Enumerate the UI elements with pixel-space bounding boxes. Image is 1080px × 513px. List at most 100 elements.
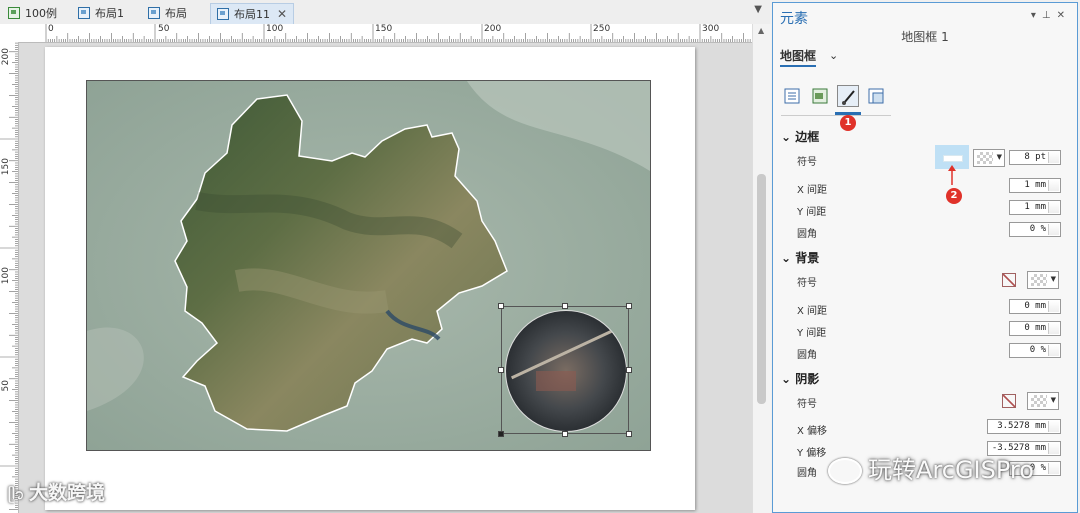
element-type-dropdown[interactable]: 地图框	[780, 47, 817, 67]
ruler-label: 250	[593, 24, 611, 34]
shadow-y-offset-label: Y 偏移	[797, 448, 827, 459]
watermark-left: ᥫ᭡ 大数跨境	[8, 482, 106, 504]
background-corner-field[interactable]: 0 %	[1009, 343, 1061, 358]
document-tab-bar: 100例 布局1 布局 布局11 ✕ ▼	[0, 0, 770, 25]
tab-placement[interactable]	[809, 85, 831, 107]
tab-label: 布局1	[95, 7, 124, 20]
selection-box	[501, 306, 629, 434]
layout-icon	[148, 7, 160, 19]
border-width-field[interactable]: 8 pt	[1009, 150, 1061, 165]
scroll-up-icon[interactable]: ▲	[758, 26, 764, 35]
chevron-down-icon: ▼	[1050, 396, 1056, 404]
layout-page[interactable]	[45, 47, 695, 510]
border-corner-field[interactable]: 0 %	[1009, 222, 1061, 237]
resize-handle[interactable]	[498, 367, 504, 373]
shadow-symbol-picker[interactable]: ▼	[1027, 392, 1059, 410]
ruler-label: 300	[702, 24, 720, 34]
tab-100-examples[interactable]: 100例	[2, 3, 63, 23]
shadow-symbol-label: 符号	[797, 399, 817, 410]
ruler-label: 50	[158, 24, 170, 34]
section-shadow[interactable]: ⌄ 阴影	[781, 370, 819, 387]
chevron-down-icon[interactable]: ▼	[754, 4, 762, 15]
border-corner-label: 圆角	[797, 229, 817, 240]
border-symbol-picker[interactable]: ▼	[973, 149, 1005, 167]
chevron-down-icon[interactable]: ▾	[1031, 10, 1042, 21]
element-pane: 元素 ▾⊥✕ 地图框 1 地图框 ⌄ 1 ⌄ 边框 符号 ▼ 8 pt 2 X …	[772, 2, 1078, 513]
options-icon	[784, 88, 800, 104]
resize-handle[interactable]	[626, 303, 632, 309]
annotation-arrow	[948, 165, 956, 185]
section-border[interactable]: ⌄ 边框	[781, 128, 819, 145]
vertical-scrollbar[interactable]: ▲	[752, 24, 771, 513]
logo-icon: ᥫ᭡	[8, 487, 30, 503]
overview-map-frame[interactable]	[498, 303, 632, 437]
tab-layout[interactable]: 布局	[142, 3, 193, 23]
chevron-down-icon[interactable]: ⌄	[829, 49, 838, 62]
tab-layout1[interactable]: 布局1	[72, 3, 130, 23]
ruler-label: 200	[484, 24, 502, 34]
chevron-down-icon: ⌄	[781, 130, 796, 144]
border-symbol-label: 符号	[797, 157, 817, 168]
shadow-x-offset-label: X 偏移	[797, 426, 828, 437]
tab-display[interactable]	[837, 85, 859, 107]
vertical-ruler: 200 150 100 50	[0, 42, 19, 513]
chevron-down-icon: ▼	[996, 153, 1002, 161]
tab-label: 布局	[165, 7, 187, 20]
no-symbol-icon[interactable]	[1002, 394, 1016, 408]
shadow-corner-label: 圆角	[797, 468, 817, 479]
wechat-icon	[828, 458, 862, 484]
ruler-corner	[0, 24, 19, 43]
map-icon	[8, 7, 20, 19]
background-x-gap-label: X 间距	[797, 306, 828, 317]
background-x-gap-field[interactable]: 0 mm	[1009, 299, 1061, 314]
background-y-gap-label: Y 间距	[797, 328, 827, 339]
pane-controls: ▾⊥✕	[1031, 10, 1071, 21]
pane-title: 元素	[780, 11, 808, 27]
close-icon[interactable]: ✕	[277, 7, 287, 21]
ruler-label: 50	[1, 380, 11, 392]
resize-handle[interactable]	[562, 303, 568, 309]
resize-handle[interactable]	[498, 303, 504, 309]
annotation-badge-2: 2	[946, 188, 962, 204]
tab-layout11[interactable]: 布局11 ✕	[210, 3, 295, 24]
tab-options[interactable]	[781, 85, 803, 107]
border-y-gap-label: Y 间距	[797, 207, 827, 218]
ruler-label: 150	[1, 158, 11, 176]
border-x-gap-label: X 间距	[797, 185, 828, 196]
tab-label: 100例	[25, 7, 57, 20]
chevron-down-icon: ⌄	[781, 251, 796, 265]
horizontal-ruler: 0 50 100 150 200 250 300	[18, 24, 752, 43]
border-x-gap-field[interactable]: 1 mm	[1009, 178, 1061, 193]
ruler-label: 100	[266, 24, 284, 34]
scrollbar-thumb[interactable]	[757, 174, 766, 404]
ruler-label: 100	[1, 267, 11, 285]
resize-handle[interactable]	[626, 367, 632, 373]
chevron-down-icon: ▼	[1050, 275, 1056, 283]
chevron-down-icon: ⌄	[781, 372, 796, 386]
section-background[interactable]: ⌄ 背景	[781, 249, 819, 266]
layout-icon	[217, 8, 229, 20]
background-corner-label: 圆角	[797, 350, 817, 361]
property-tabs	[781, 83, 891, 116]
ruler-label: 200	[1, 48, 11, 66]
resize-handle[interactable]	[498, 431, 504, 437]
map-frame-icon	[868, 88, 884, 104]
no-symbol-icon[interactable]	[1002, 273, 1016, 287]
close-icon[interactable]: ✕	[1057, 10, 1071, 21]
layout-canvas[interactable]	[19, 43, 752, 513]
layout-icon	[78, 7, 90, 19]
shadow-x-offset-field[interactable]: 3.5278 mm	[987, 419, 1061, 434]
background-symbol-picker[interactable]: ▼	[1027, 271, 1059, 289]
ruler-label: 150	[375, 24, 393, 34]
annotation-badge-1: 1	[840, 115, 856, 131]
placement-icon	[812, 88, 828, 104]
resize-handle[interactable]	[626, 431, 632, 437]
resize-handle[interactable]	[562, 431, 568, 437]
background-y-gap-field[interactable]: 0 mm	[1009, 321, 1061, 336]
pin-icon[interactable]: ⊥	[1042, 10, 1057, 21]
selected-element-name: 地图框 1	[901, 30, 949, 44]
tab-map-frame-settings[interactable]	[865, 85, 887, 107]
watermark-right: 玩转ArcGISPro	[828, 450, 1034, 485]
brush-icon	[842, 90, 855, 105]
border-y-gap-field[interactable]: 1 mm	[1009, 200, 1061, 215]
